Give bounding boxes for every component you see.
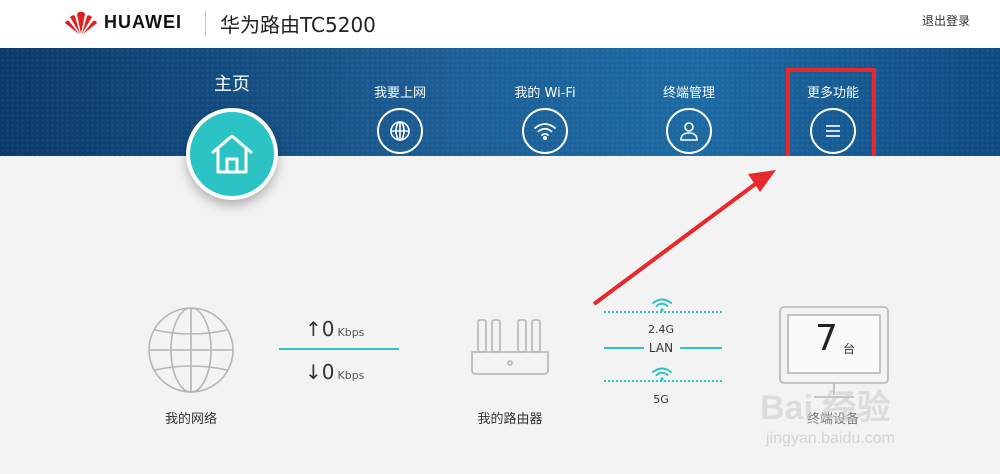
router-icon[interactable]: [470, 318, 550, 378]
band-5g-label: 5G: [653, 393, 669, 406]
watermark-url: jingyan.baidu.com: [766, 430, 895, 447]
download-value: 0: [321, 360, 335, 384]
upload-value: 0: [321, 317, 335, 341]
band-24g-label: 2.4G: [647, 323, 675, 336]
upload-unit: Kbps: [337, 326, 365, 339]
rate-divider: [279, 348, 399, 350]
download-unit: Kbps: [337, 369, 365, 382]
band-24g-line: [604, 311, 722, 313]
network-globe-icon[interactable]: [147, 306, 235, 394]
device-unit: 台: [843, 342, 856, 356]
upload-arrow-icon: ↑: [305, 317, 322, 341]
device-count: 7: [815, 318, 838, 359]
lan-line-right: [680, 347, 722, 349]
band-5g-line: [604, 380, 722, 382]
download-arrow-icon: ↓: [305, 360, 322, 384]
band-lan-label: LAN: [648, 341, 674, 355]
lan-line-left: [604, 347, 644, 349]
upload-rate: ↑0 Kbps: [305, 317, 364, 341]
router-label: 我的路由器: [477, 412, 543, 427]
network-label: 我的网络: [164, 412, 218, 427]
baidu-watermark: Bai 经验: [760, 389, 891, 427]
download-rate: ↓0 Kbps: [305, 360, 364, 384]
